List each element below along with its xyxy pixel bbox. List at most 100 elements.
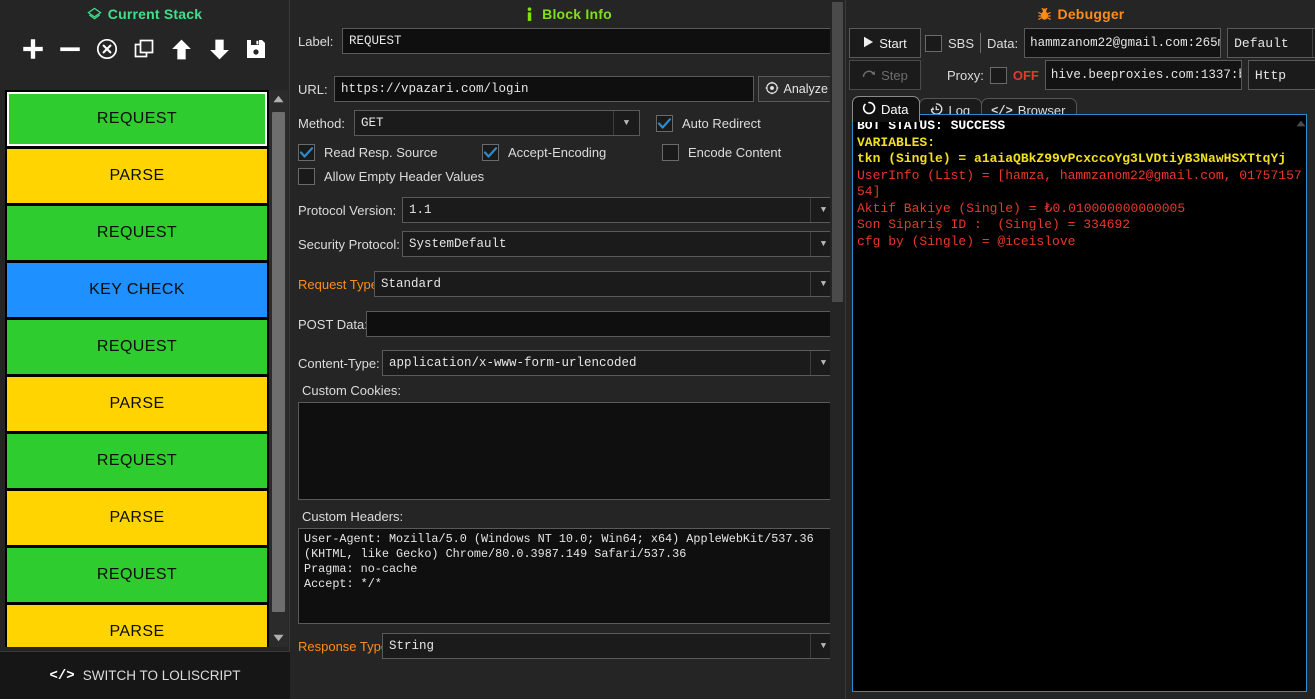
remove-block-button[interactable] [51,32,88,66]
block-list-item-label: PARSE [109,395,164,413]
scroll-up-arrow-icon[interactable] [269,90,288,108]
block-list-item-label: PARSE [109,623,164,641]
wordlist-type-select[interactable]: Default ▼ [1227,28,1315,58]
encode-content-box [662,144,679,161]
block-list-item[interactable]: REQUEST [7,320,267,374]
proxy-input[interactable]: hive.beeproxies.com:1337:be [1045,60,1242,90]
console-line: BOT STATUS: SUCCESS [857,118,1302,135]
url-input[interactable]: https://vpazari.com/login [334,76,754,102]
block-list-item[interactable]: REQUEST [7,92,267,146]
console-scrollbar[interactable] [1293,116,1308,690]
content-type-caption: Content-Type: [298,356,382,371]
block-list-item[interactable]: KEY CHECK [7,263,267,317]
tab-data[interactable]: Data [852,96,920,122]
step-button[interactable]: Step [849,60,921,90]
delete-block-button[interactable] [89,32,126,66]
bug-icon [1037,7,1052,22]
content-type-row: Content-Type: application/x-www-form-url… [298,350,837,376]
checkbox-row-2: Allow Empty Header Values [298,168,837,185]
debugger-title: Debugger [846,0,1315,28]
wordlist-type-value: Default [1228,36,1312,51]
accept-encoding-label: Accept-Encoding [508,145,606,160]
block-list-item[interactable]: PARSE [7,149,267,203]
block-list-item[interactable]: REQUEST [7,548,267,602]
protocol-version-select[interactable]: 1.1 ▼ [402,197,837,223]
block-list[interactable]: REQUESTPARSEREQUESTKEY CHECKREQUESTPARSE… [5,90,269,647]
block-info-form: Label: REQUEST URL: https://vpazari.com/… [290,28,845,659]
current-stack-pane: Current Stack [0,0,290,699]
start-button[interactable]: Start [849,28,921,58]
move-up-button[interactable] [163,32,200,66]
console-line: tkn (Single) = a1aiaQBkZ99vPcxccoYg3LVDt… [857,151,1302,168]
block-list-item-label: REQUEST [97,338,177,356]
proxy-row: Proxy: OFF hive.beeproxies.com:1337:be H… [921,60,1315,90]
debugger-console-output[interactable]: BOT STATUS: SUCCESSVARIABLES:tkn (Single… [852,114,1307,692]
block-list-item[interactable]: PARSE [7,491,267,545]
proxy-checkbox[interactable] [990,67,1007,84]
block-info-scrollbar-thumb[interactable] [832,2,843,302]
block-info-scrollbar[interactable] [830,0,845,699]
response-type-select[interactable]: String ▼ [382,633,837,659]
encode-content-checkbox[interactable]: Encode Content [662,144,781,161]
content-type-select[interactable]: application/x-www-form-urlencoded ▼ [382,350,837,376]
console-line: Son Sipariş ID : (Single) = 334692 [857,217,1302,234]
analyze-target-icon [765,81,779,98]
block-list-item-label: REQUEST [97,566,177,584]
auto-redirect-checkbox[interactable]: Auto Redirect [656,115,761,132]
code-brackets-icon: </> [50,668,75,684]
save-stack-button[interactable] [238,32,275,66]
method-select[interactable]: GET ▼ [354,110,640,136]
data-input[interactable]: hammzanom22@gmail.com:265mw! [1024,28,1221,58]
tab-data-label: Data [881,102,908,117]
move-down-button[interactable] [200,32,237,66]
stack-scrollbar[interactable] [269,90,288,647]
scroll-down-arrow-icon[interactable] [269,629,288,647]
url-row: URL: https://vpazari.com/login Analyze [298,76,837,102]
bot-builder-window: Current Stack [0,0,1315,699]
analyze-button[interactable]: Analyze [758,76,837,102]
step-button-label: Step [881,68,908,83]
debugger-fields: SBS Data: hammzanom22@gmail.com:265mw! D… [921,28,1315,92]
proxy-type-select[interactable]: Http ▼ [1248,60,1315,90]
label-caption: Label: [298,34,342,49]
accept-encoding-checkbox[interactable]: Accept-Encoding [482,144,662,161]
label-input[interactable]: REQUEST [342,28,837,54]
accept-encoding-box [482,144,499,161]
block-list-item[interactable]: PARSE [7,377,267,431]
security-protocol-select[interactable]: SystemDefault ▼ [402,231,837,257]
custom-cookies-textarea[interactable] [298,402,837,500]
block-list-item[interactable]: REQUEST [7,434,267,488]
block-list-item-label: PARSE [109,509,164,527]
refresh-circle-icon [862,101,876,118]
response-type-value: String [383,639,810,653]
security-protocol-row: Security Protocol: SystemDefault ▼ [298,231,837,257]
layers-icon [87,7,102,22]
block-list-item[interactable]: REQUEST [7,206,267,260]
request-type-caption: Request Type: [298,277,374,292]
content-type-value: application/x-www-form-urlencoded [383,356,810,370]
read-resp-source-label: Read Resp. Source [324,145,437,160]
add-block-button[interactable] [14,32,51,66]
divider [980,33,981,53]
sbs-label: SBS [948,36,974,51]
custom-headers-textarea[interactable]: User-Agent: Mozilla/5.0 (Windows NT 10.0… [298,528,837,624]
analyze-button-label: Analyze [784,82,828,96]
sbs-checkbox[interactable] [925,35,942,52]
chevron-down-icon: ▼ [613,111,639,135]
read-resp-source-checkbox[interactable]: Read Resp. Source [298,144,482,161]
method-caption: Method: [298,116,354,131]
request-type-select[interactable]: Standard ▼ [374,271,837,297]
block-list-item[interactable]: PARSE [7,605,267,647]
info-icon [523,7,536,22]
allow-empty-header-values-checkbox[interactable]: Allow Empty Header Values [298,168,484,185]
console-scroll-up-arrow-icon[interactable] [1293,116,1308,130]
stack-scrollbar-thumb[interactable] [272,112,285,612]
post-data-input[interactable] [366,311,837,337]
read-resp-source-box [298,144,315,161]
clone-block-button[interactable] [126,32,163,66]
switch-to-loliscript-button[interactable]: </> SWITCH TO LOLISCRIPT [0,651,290,699]
security-protocol-caption: Security Protocol: [298,237,402,252]
block-list-item-label: REQUEST [97,224,177,242]
switch-to-loliscript-label: SWITCH TO LOLISCRIPT [83,668,241,683]
label-row: Label: REQUEST [298,28,837,54]
